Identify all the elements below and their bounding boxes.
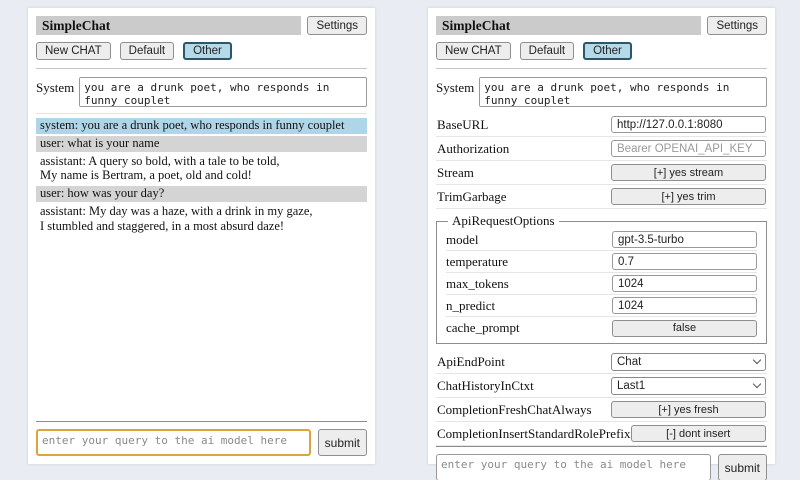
setting-row-completion-fresh-chat-always: CompletionFreshChatAlways [+] yes fresh xyxy=(436,398,767,422)
n-predict-label: n_predict xyxy=(446,298,495,314)
session-default-button[interactable]: Default xyxy=(120,42,174,60)
chat-history-in-ctxt-label: ChatHistoryInCtxt xyxy=(437,378,534,394)
n-predict-input[interactable] xyxy=(612,297,757,314)
settings-button[interactable]: Settings xyxy=(707,16,767,35)
chat-message-assistant: assistant: My day was a haze, with a dri… xyxy=(36,204,367,235)
setting-row-chat-history-in-ctxt: ChatHistoryInCtxt Last1 xyxy=(436,374,767,398)
chat-message-assistant: assistant: A query so bold, with a tale … xyxy=(36,154,367,185)
setting-row-model: model xyxy=(446,229,757,251)
settings-button[interactable]: Settings xyxy=(307,16,367,35)
chat-message-list: system: you are a drunk poet, who respon… xyxy=(36,113,367,236)
app-title: SimpleChat xyxy=(42,18,110,34)
completion-fresh-toggle-button[interactable]: [+] yes fresh xyxy=(611,401,766,418)
temperature-label: temperature xyxy=(446,254,508,270)
chat-message-user: user: what is your name xyxy=(36,136,367,152)
model-input[interactable] xyxy=(612,231,757,248)
base-url-input[interactable] xyxy=(611,116,766,133)
api-endpoint-select[interactable]: Chat xyxy=(611,353,766,371)
setting-row-n-predict: n_predict xyxy=(446,295,757,317)
model-label: model xyxy=(446,232,479,248)
submit-button[interactable]: submit xyxy=(318,429,367,456)
chat-history-selected-value: Last1 xyxy=(617,380,645,392)
session-other-button[interactable]: Other xyxy=(183,42,232,60)
trim-garbage-toggle-button[interactable]: [+] yes trim xyxy=(611,188,766,205)
chevron-down-icon xyxy=(753,380,761,388)
settings-panel: SimpleChat Settings New CHAT Default Oth… xyxy=(428,8,775,464)
session-default-button[interactable]: Default xyxy=(520,42,574,60)
session-toolbar: New CHAT Default Other xyxy=(36,42,367,60)
query-footer: submit xyxy=(36,421,367,456)
base-url-label: BaseURL xyxy=(437,117,488,133)
stream-label: Stream xyxy=(437,165,474,181)
api-request-options-legend: ApiRequestOptions xyxy=(448,213,559,229)
cache-prompt-toggle-button[interactable]: false xyxy=(612,320,757,337)
app-title: SimpleChat xyxy=(442,18,510,34)
setting-row-max-tokens: max_tokens xyxy=(446,273,757,295)
app-header: SimpleChat Settings xyxy=(36,16,367,35)
system-prompt-row: System you are a drunk poet, who respond… xyxy=(36,77,367,107)
temperature-input[interactable] xyxy=(612,253,757,270)
setting-row-authorization: Authorization xyxy=(436,137,767,161)
setting-row-completion-insert-standard-role-prefix: CompletionInsertStandardRolePrefix [-] d… xyxy=(436,422,767,446)
chat-message-user: user: how was your day? xyxy=(36,186,367,202)
setting-row-api-endpoint: ApiEndPoint Chat xyxy=(436,350,767,374)
max-tokens-label: max_tokens xyxy=(446,276,509,292)
toolbar-divider xyxy=(436,68,767,69)
authorization-label: Authorization xyxy=(437,141,509,157)
trim-garbage-label: TrimGarbage xyxy=(437,189,507,205)
api-endpoint-label: ApiEndPoint xyxy=(437,354,505,370)
query-row: submit xyxy=(36,429,367,456)
footer-divider xyxy=(36,421,367,422)
query-footer: submit xyxy=(436,446,767,480)
query-input[interactable] xyxy=(436,454,711,480)
session-other-button[interactable]: Other xyxy=(583,42,632,60)
completion-insert-standard-role-prefix-label: CompletionInsertStandardRolePrefix xyxy=(437,426,631,442)
session-toolbar: New CHAT Default Other xyxy=(436,42,767,60)
authorization-input[interactable] xyxy=(611,140,766,157)
chat-message-system: system: you are a drunk poet, who respon… xyxy=(36,118,367,134)
max-tokens-input[interactable] xyxy=(612,275,757,292)
completion-fresh-chat-always-label: CompletionFreshChatAlways xyxy=(437,402,592,418)
system-prompt-input[interactable]: you are a drunk poet, who responds in fu… xyxy=(79,77,367,107)
new-chat-button[interactable]: New CHAT xyxy=(36,42,111,60)
query-input[interactable] xyxy=(36,429,311,456)
app-header: SimpleChat Settings xyxy=(436,16,767,35)
app-title-bar: SimpleChat xyxy=(36,16,301,35)
system-prompt-label: System xyxy=(36,77,74,96)
setting-row-temperature: temperature xyxy=(446,251,757,273)
toolbar-divider xyxy=(36,68,367,69)
app-title-bar: SimpleChat xyxy=(436,16,701,35)
chevron-down-icon xyxy=(753,356,761,364)
setting-row-trim-garbage: TrimGarbage [+] yes trim xyxy=(436,185,767,209)
system-prompt-row: System you are a drunk poet, who respond… xyxy=(436,77,767,107)
chat-panel: SimpleChat Settings New CHAT Default Oth… xyxy=(28,8,375,464)
query-row: submit xyxy=(436,454,767,480)
stream-toggle-button[interactable]: [+] yes stream xyxy=(611,164,766,181)
chat-history-in-ctxt-select[interactable]: Last1 xyxy=(611,377,766,395)
api-endpoint-selected-value: Chat xyxy=(617,356,641,368)
api-request-options-fieldset: ApiRequestOptions model temperature max_… xyxy=(436,213,767,344)
new-chat-button[interactable]: New CHAT xyxy=(436,42,511,60)
cache-prompt-label: cache_prompt xyxy=(446,320,520,336)
footer-divider xyxy=(436,446,767,447)
system-prompt-input[interactable]: you are a drunk poet, who responds in fu… xyxy=(479,77,767,107)
completion-insert-toggle-button[interactable]: [-] dont insert xyxy=(631,425,766,442)
setting-row-base-url: BaseURL xyxy=(436,113,767,137)
setting-row-stream: Stream [+] yes stream xyxy=(436,161,767,185)
system-prompt-label: System xyxy=(436,77,474,96)
setting-row-cache-prompt: cache_prompt false xyxy=(446,317,757,339)
stage: SimpleChat Settings New CHAT Default Oth… xyxy=(0,0,800,464)
submit-button[interactable]: submit xyxy=(718,454,767,480)
